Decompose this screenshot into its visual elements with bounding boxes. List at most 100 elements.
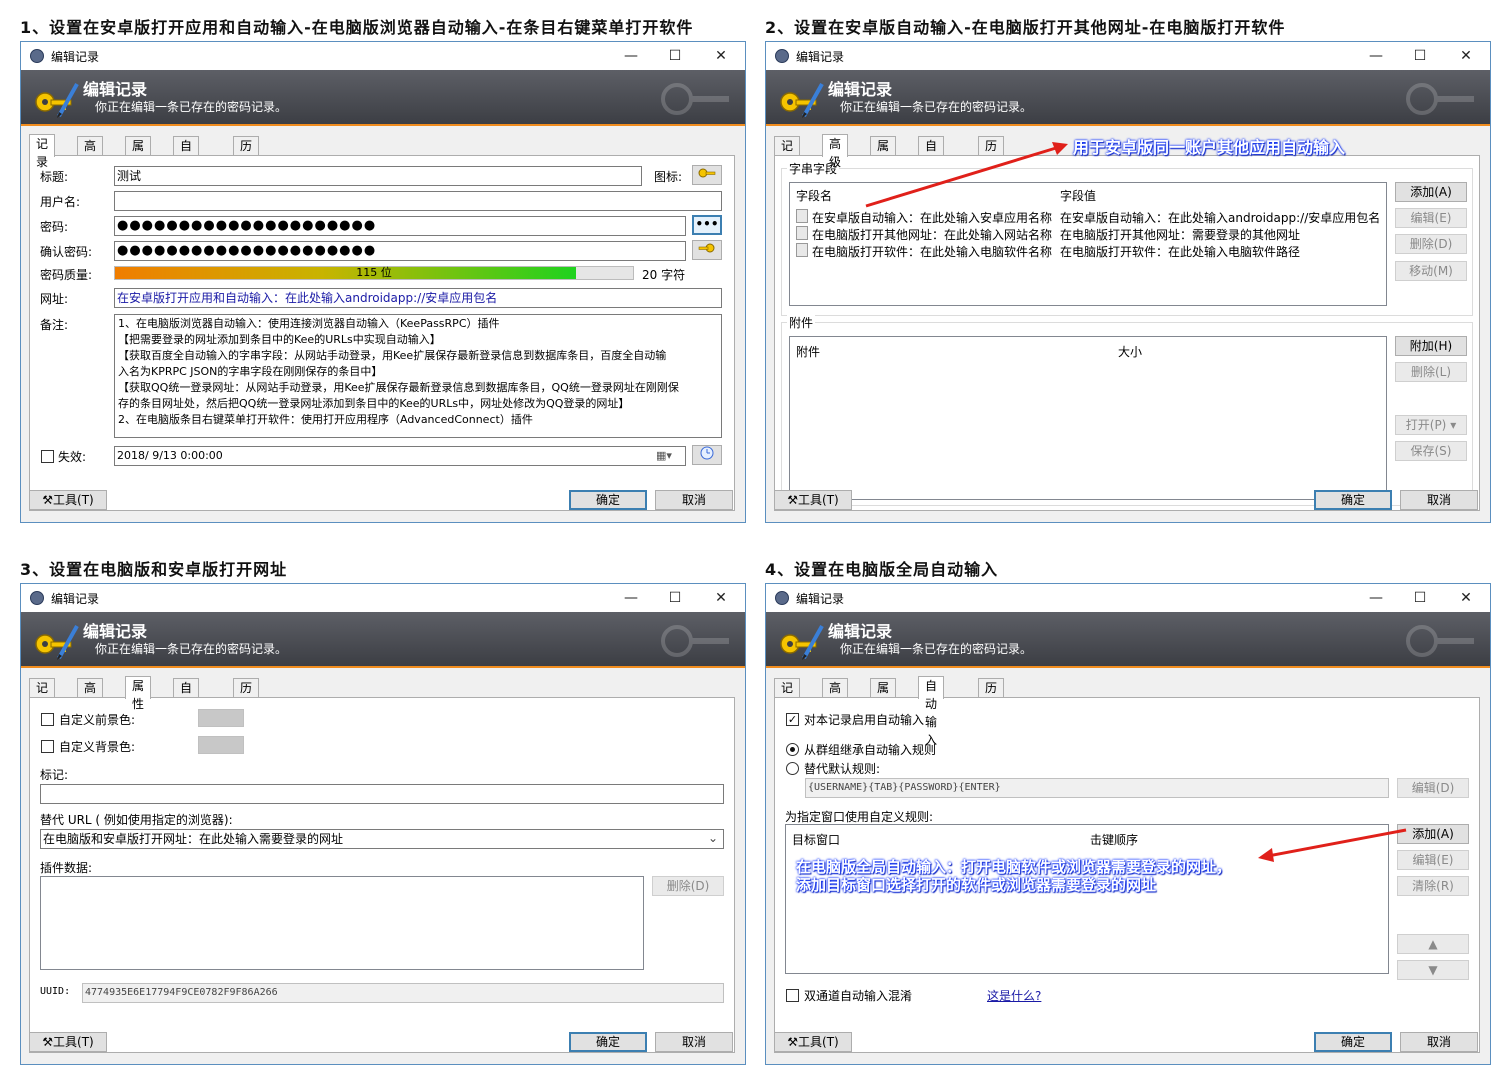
expiry-presets-button[interactable]	[692, 445, 722, 465]
tab-advanced[interactable]: 高级	[77, 136, 104, 171]
tab-record[interactable]: 记录	[29, 678, 56, 713]
url-field[interactable]: 在安卓版打开应用和自动输入：在此处输入androidapp://安卓应用包名	[114, 288, 722, 308]
row-3-value[interactable]: 在电脑版打开软件：在此处输入电脑软件路径	[1060, 243, 1300, 260]
tab-autotype[interactable]: 自动输入	[173, 136, 200, 207]
wrench-icon: ⚒	[42, 1035, 54, 1049]
show-password-button[interactable]: •••	[692, 215, 722, 235]
ok-button[interactable]: 确定	[569, 490, 647, 510]
ok-button[interactable]: 确定	[569, 1032, 647, 1052]
delete-plugin-data-button[interactable]: 删除(D)	[652, 876, 724, 896]
tab-advanced[interactable]: 高级	[77, 678, 104, 713]
cancel-button[interactable]: 取消	[655, 1032, 733, 1052]
tab-history[interactable]: 历史	[978, 678, 1005, 713]
move-up-button[interactable]: ▲	[1397, 934, 1469, 954]
row-3-name[interactable]: 在电脑版打开软件：在此处输入电脑软件名称	[812, 243, 1052, 260]
add-string-button[interactable]: 添加(A)	[1395, 182, 1467, 202]
attach-button[interactable]: 附加(H)	[1395, 336, 1467, 356]
chevron-down-icon[interactable]: ⌄	[708, 831, 718, 845]
close-button[interactable]: ✕	[1456, 588, 1476, 608]
col-attachment[interactable]: 附件	[796, 343, 820, 360]
plugin-data-list[interactable]	[40, 876, 644, 970]
minimize-button[interactable]: —	[1366, 46, 1386, 66]
open-attachment-button[interactable]: 打开(P) ▾	[1395, 415, 1467, 435]
foreground-color-swatch[interactable]	[198, 709, 244, 727]
tab-history[interactable]: 历史	[233, 678, 260, 713]
row-1-value[interactable]: 在安卓版自动输入：在此处输入androidapp://安卓应用包名	[1060, 209, 1380, 226]
generate-password-button[interactable]	[692, 240, 722, 260]
tab-autotype[interactable]: 自动输入	[173, 678, 200, 749]
tab-record[interactable]: 记录	[29, 134, 56, 169]
override-url-field[interactable]: 在电脑版和安卓版打开网址：在此处输入需要登录的网址	[40, 829, 724, 849]
title-field[interactable]: 测试	[114, 166, 642, 186]
icon-picker-button[interactable]	[692, 165, 722, 185]
ok-button[interactable]: 确定	[1314, 1032, 1392, 1052]
username-field[interactable]	[114, 191, 722, 211]
edit-string-button[interactable]: 编辑(E)	[1395, 208, 1467, 228]
tab-record[interactable]: 记录	[774, 678, 801, 713]
tools-button[interactable]: ⚒工具(T)	[774, 1032, 852, 1052]
tab-advanced[interactable]: 高级	[822, 134, 849, 169]
tools-button[interactable]: ⚒工具(T)	[774, 490, 852, 510]
expires-checkbox[interactable]	[41, 450, 54, 463]
row-2-value[interactable]: 在电脑版打开其他网址：需要登录的其他网址	[1060, 226, 1300, 243]
col-field-name[interactable]: 字段名	[796, 187, 832, 204]
maximize-button[interactable]: ☐	[665, 588, 685, 608]
move-down-button[interactable]: ▼	[1397, 960, 1469, 980]
row-2-name[interactable]: 在电脑版打开其他网址：在此处输入网站名称	[812, 226, 1052, 243]
override-sequence-radio[interactable]	[786, 762, 799, 775]
save-attachment-button[interactable]: 保存(S)	[1395, 441, 1467, 461]
banner: 编辑记录 你正在编辑一条已存在的密码记录。	[21, 70, 745, 126]
password-field[interactable]: ●●●●●●●●●●●●●●●●●●●●●	[114, 216, 686, 236]
tab-autotype[interactable]: 自动输入	[918, 676, 945, 747]
col-target-window[interactable]: 目标窗口	[792, 831, 840, 848]
key-generator-icon	[698, 243, 715, 253]
tab-properties[interactable]: 属性	[870, 678, 897, 713]
minimize-button[interactable]: —	[621, 46, 641, 66]
minimize-button[interactable]: —	[1366, 588, 1386, 608]
tools-button[interactable]: ⚒工具(T)	[29, 490, 107, 510]
move-string-button[interactable]: 移动(M)	[1395, 261, 1467, 281]
banner-subtitle: 你正在编辑一条已存在的密码记录。	[95, 100, 288, 114]
tools-button[interactable]: ⚒工具(T)	[29, 1032, 107, 1052]
cancel-button[interactable]: 取消	[1400, 1032, 1478, 1052]
tags-field[interactable]	[40, 784, 724, 804]
minimize-button[interactable]: —	[621, 588, 641, 608]
uuid-field[interactable]: 4774935E6E17794F9CE0782F9F86A266	[82, 983, 724, 1003]
title-bar: 编辑记录 — ☐ ✕	[21, 42, 745, 70]
edit-sequence-button[interactable]: 编辑(D)	[1397, 778, 1469, 798]
custom-foreground-checkbox[interactable]	[41, 713, 54, 726]
attachments-list[interactable]: 附件 大小	[789, 336, 1387, 500]
tab-history[interactable]: 历史	[233, 136, 260, 171]
close-button[interactable]: ✕	[1456, 46, 1476, 66]
maximize-button[interactable]: ☐	[665, 46, 685, 66]
confirm-password-field[interactable]: ●●●●●●●●●●●●●●●●●●●●●	[114, 241, 686, 261]
tab-properties[interactable]: 属性	[125, 676, 152, 711]
enable-autotype-checkbox[interactable]: ✓	[786, 713, 799, 726]
obfuscation-checkbox[interactable]	[786, 989, 799, 1002]
custom-foreground-label: 自定义前景色:	[59, 713, 136, 727]
close-button[interactable]: ✕	[711, 588, 731, 608]
col-size[interactable]: 大小	[1118, 343, 1142, 360]
maximize-button[interactable]: ☐	[1410, 588, 1430, 608]
custom-background-checkbox[interactable]	[41, 740, 54, 753]
maximize-button[interactable]: ☐	[1410, 46, 1430, 66]
cancel-button[interactable]: 取消	[1400, 490, 1478, 510]
expires-field[interactable]: 2018/ 9/13 0:00:00	[114, 446, 686, 466]
ok-button[interactable]: 确定	[1314, 490, 1392, 510]
tab-record[interactable]: 记录	[774, 136, 801, 171]
col-keystroke-sequence[interactable]: 击键顺序	[1090, 831, 1138, 848]
tab-advanced[interactable]: 高级	[822, 678, 849, 713]
cancel-button[interactable]: 取消	[655, 490, 733, 510]
remove-attachment-button[interactable]: 删除(L)	[1395, 362, 1467, 382]
background-color-swatch[interactable]	[198, 736, 244, 754]
tab-properties[interactable]: 属性	[125, 136, 152, 171]
override-sequence-field[interactable]: {USERNAME}{TAB}{PASSWORD}{ENTER}	[805, 778, 1389, 798]
plugin-data-label: 插件数据:	[40, 861, 93, 875]
calendar-dropdown-icon[interactable]: ▦▾	[656, 449, 672, 462]
clear-rule-button[interactable]: 清除(R)	[1397, 876, 1469, 896]
delete-string-button[interactable]: 删除(D)	[1395, 234, 1467, 254]
notes-field[interactable]: 1、在电脑版浏览器自动输入：使用连接浏览器自动输入（KeePassRPC）插件 …	[114, 314, 722, 438]
inherit-rules-radio[interactable]	[786, 743, 799, 756]
whats-this-link[interactable]: 这是什么?	[987, 987, 1041, 1004]
close-button[interactable]: ✕	[711, 46, 731, 66]
